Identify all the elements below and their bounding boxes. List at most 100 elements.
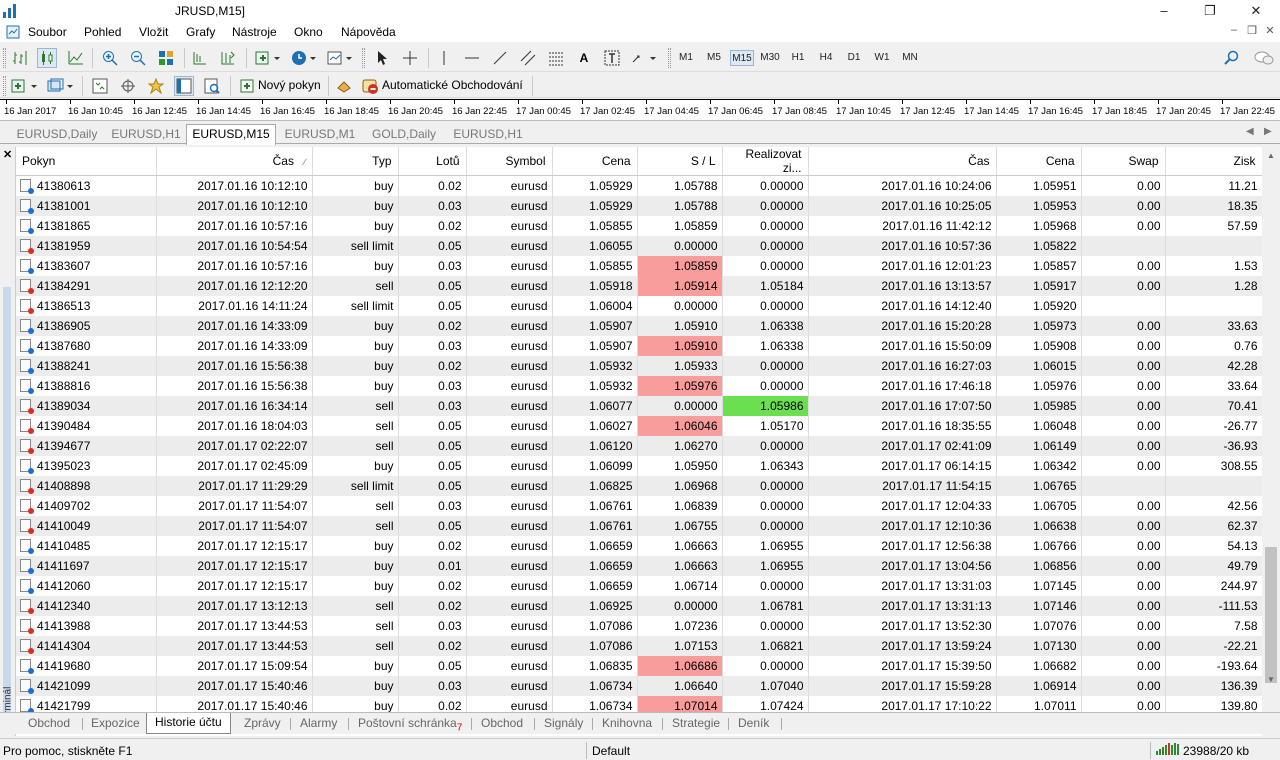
- chart-tab-eurusd-h1-2[interactable]: EURUSD,H1: [446, 125, 530, 144]
- tab-signals[interactable]: Signály: [544, 716, 583, 730]
- table-row[interactable]: 41387680 2017.01.16 14:33:09 buy 0.03 eurusd…: [16, 335, 1263, 356]
- tabs-left-arrow-icon[interactable]: ◀: [1246, 126, 1254, 137]
- tf-mn[interactable]: MN: [898, 50, 922, 66]
- tf-m15[interactable]: M15: [730, 50, 754, 66]
- tf-w1[interactable]: W1: [870, 50, 894, 66]
- menu-view[interactable]: Pohled: [84, 25, 121, 39]
- col-symbol[interactable]: Symbol: [466, 147, 553, 176]
- chart-shift-icon[interactable]: [190, 48, 210, 68]
- col-price[interactable]: Cena: [552, 147, 638, 176]
- scrollbar-thumb[interactable]: [1265, 547, 1277, 683]
- templates-icon[interactable]: [326, 48, 354, 68]
- col-profit[interactable]: Zisk: [1165, 147, 1263, 176]
- chart-tab-eurusd-daily[interactable]: EURUSD,Daily: [8, 125, 106, 144]
- chart-tab-eurusd-h1[interactable]: EURUSD,H1: [106, 125, 186, 144]
- table-row[interactable]: 41386905 2017.01.16 14:33:09 buy 0.02 eurusd…: [16, 315, 1263, 336]
- tab-account-history[interactable]: Historie účtu: [146, 713, 231, 734]
- tf-m5[interactable]: M5: [702, 50, 726, 66]
- horizontal-line-icon[interactable]: [462, 48, 482, 68]
- minimize-button[interactable]: –: [1141, 0, 1187, 22]
- tab-mailbox[interactable]: Poštovní schránka7: [358, 716, 462, 733]
- menu-tools[interactable]: Nástroje: [232, 25, 277, 39]
- table-row[interactable]: 41421099 2017.01.17 15:40:46 buy 0.03 eurusd…: [16, 675, 1263, 696]
- toolbar-grip[interactable]: [3, 48, 6, 68]
- chat-icon[interactable]: [1252, 48, 1276, 68]
- tf-h1[interactable]: H1: [786, 50, 810, 66]
- vertical-line-icon[interactable]: [434, 48, 454, 68]
- table-row[interactable]: 41381959 2017.01.16 10:54:54 sell limit 0.0…: [16, 235, 1263, 256]
- table-row[interactable]: 41419680 2017.01.17 15:09:54 buy 0.05 eurusd…: [16, 655, 1263, 676]
- table-row[interactable]: 41413988 2017.01.17 13:44:53 sell 0.03 eurus…: [16, 615, 1263, 636]
- table-row[interactable]: 41381865 2017.01.16 10:57:16 buy 0.02 eurusd…: [16, 215, 1263, 236]
- new-chart-icon[interactable]: [10, 76, 40, 96]
- tf-d1[interactable]: D1: [842, 50, 866, 66]
- crosshair-icon[interactable]: [400, 48, 420, 68]
- profiles-icon[interactable]: [46, 76, 76, 96]
- tab-experts[interactable]: Strategie: [672, 716, 720, 730]
- table-row[interactable]: 41409702 2017.01.17 11:54:07 sell 0.03 eurus…: [16, 495, 1263, 516]
- bar-chart-icon[interactable]: [10, 48, 30, 68]
- chart-tab-eurusd-m1[interactable]: EURUSD,M1: [278, 125, 362, 144]
- col-tp[interactable]: Realizovat zi...: [722, 147, 809, 176]
- chart-tab-eurusd-m15[interactable]: EURUSD,M15: [186, 124, 276, 145]
- table-row[interactable]: 41386513 2017.01.16 14:11:24 sell limit 0.0…: [16, 295, 1263, 316]
- strategy-tester-icon[interactable]: [202, 76, 222, 96]
- tab-alerts[interactable]: Alarmy: [300, 716, 337, 730]
- text-icon[interactable]: A: [574, 48, 594, 68]
- table-row[interactable]: 41410049 2017.01.17 11:54:07 sell 0.05 eurus…: [16, 515, 1263, 536]
- tf-h4[interactable]: H4: [814, 50, 838, 66]
- arrows-icon[interactable]: [630, 48, 658, 68]
- mdi-minimize-button[interactable]: –: [1226, 24, 1242, 36]
- terminal-icon[interactable]: [174, 76, 194, 96]
- tf-m30[interactable]: M30: [758, 50, 782, 66]
- col-open-time[interactable]: Čas ∕: [156, 147, 313, 176]
- menu-charts[interactable]: Grafy: [186, 25, 215, 39]
- col-close-time[interactable]: Čas: [808, 147, 997, 176]
- mdi-close-button[interactable]: ✕: [1262, 24, 1278, 37]
- periods-clock-icon[interactable]: [290, 48, 318, 68]
- vertical-scrollbar[interactable]: ▲ ▼: [1262, 147, 1280, 736]
- cursor-icon[interactable]: [372, 48, 392, 68]
- table-row[interactable]: 41388816 2017.01.16 15:56:38 buy 0.03 eurusd…: [16, 375, 1263, 396]
- menu-file[interactable]: Soubor: [28, 25, 67, 39]
- table-row[interactable]: 41383607 2017.01.16 10:57:16 buy 0.03 eurusd…: [16, 255, 1263, 276]
- table-row[interactable]: 41410485 2017.01.17 12:15:17 buy 0.02 eurusd…: [16, 535, 1263, 556]
- close-terminal-icon[interactable]: ✕: [3, 148, 12, 161]
- table-row[interactable]: 41395023 2017.01.17 02:45:09 buy 0.05 eurusd…: [16, 455, 1263, 476]
- table-row[interactable]: 41384291 2017.01.16 12:12:20 sell 0.05 eurus…: [16, 275, 1263, 296]
- auto-trading-button[interactable]: Automatické Obchodování: [382, 78, 523, 92]
- tile-windows-icon[interactable]: [156, 48, 176, 68]
- text-label-icon[interactable]: [602, 48, 622, 68]
- col-order[interactable]: Pokyn: [16, 147, 157, 176]
- tab-exposure[interactable]: Expozice: [91, 716, 140, 730]
- table-row[interactable]: 41380613 2017.01.16 10:12:10 buy 0.02 eurusd…: [16, 175, 1263, 196]
- table-row[interactable]: 41414304 2017.01.17 13:44:53 sell 0.02 eurus…: [16, 635, 1263, 656]
- data-window-icon[interactable]: [118, 76, 138, 96]
- menu-help[interactable]: Nápověda: [341, 25, 396, 39]
- tab-trade[interactable]: Obchod: [28, 716, 70, 730]
- table-row[interactable]: 41411697 2017.01.17 12:15:17 buy 0.01 eurusd…: [16, 555, 1263, 576]
- table-row[interactable]: 41390484 2017.01.16 18:04:03 sell 0.05 eurus…: [16, 415, 1263, 436]
- autoscroll-icon[interactable]: [218, 48, 238, 68]
- table-row[interactable]: 41408898 2017.01.17 11:29:29 sell limit 0.0…: [16, 475, 1263, 496]
- table-row[interactable]: 41389034 2017.01.16 16:34:14 sell 0.03 eurus…: [16, 395, 1263, 416]
- zoom-in-icon[interactable]: [100, 48, 120, 68]
- table-row[interactable]: 41381001 2017.01.16 10:12:10 buy 0.03 eurusd…: [16, 195, 1263, 216]
- metaeditor-icon[interactable]: [334, 76, 354, 96]
- indicators-icon[interactable]: [254, 48, 282, 68]
- table-row[interactable]: 41412060 2017.01.17 12:15:17 buy 0.02 eurusd…: [16, 575, 1263, 596]
- navigator-icon[interactable]: [146, 76, 166, 96]
- channel-icon[interactable]: [518, 48, 538, 68]
- close-button[interactable]: ✕: [1233, 0, 1279, 22]
- auto-trading-icon[interactable]: [360, 76, 380, 96]
- candlestick-icon[interactable]: [37, 48, 57, 68]
- tf-m1[interactable]: M1: [674, 50, 698, 66]
- trendline-icon[interactable]: [490, 48, 510, 68]
- menu-window[interactable]: Okno: [294, 25, 323, 39]
- menu-insert[interactable]: Vložit: [139, 25, 168, 39]
- tab-library[interactable]: Knihovna: [602, 716, 652, 730]
- tab-market[interactable]: Obchod: [481, 716, 523, 730]
- scroll-up-icon[interactable]: ▲: [1267, 151, 1275, 160]
- tab-journal[interactable]: Deník: [738, 716, 769, 730]
- tab-news[interactable]: Zprávy: [244, 716, 281, 730]
